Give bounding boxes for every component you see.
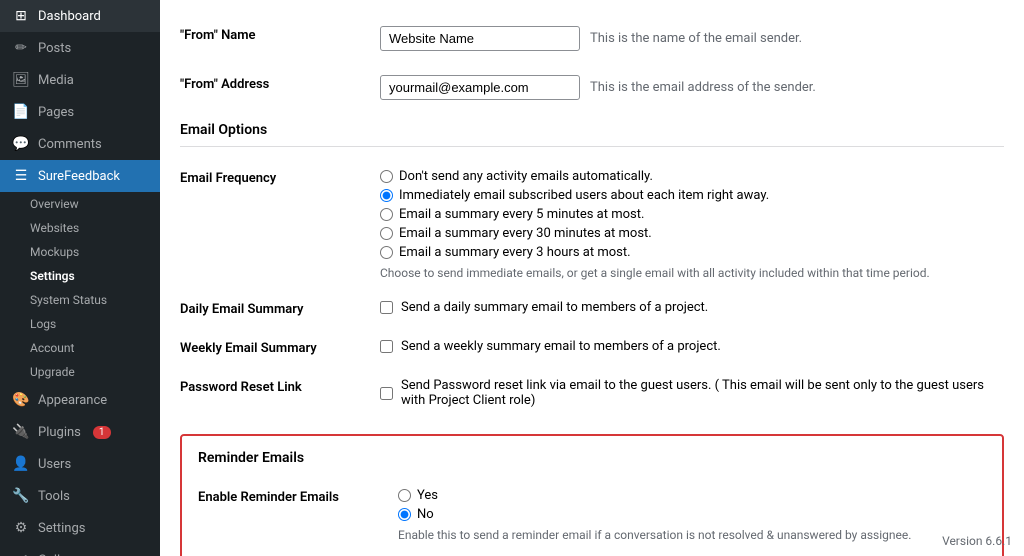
sidebar-item-settings[interactable]: ⚙ Settings: [0, 512, 160, 544]
sidebar-item-pages[interactable]: 📄 Pages: [0, 96, 160, 128]
sidebar-item-media[interactable]: 🖼 Media: [0, 64, 160, 96]
pages-icon: 📄: [12, 104, 30, 120]
main-content: "From" Name This is the name of the emai…: [160, 0, 1024, 556]
weekly-summary-label: Weekly Email Summary: [180, 329, 380, 368]
email-frequency-group: Don't send any activity emails automatic…: [380, 169, 1004, 260]
sidebar-item-appearance[interactable]: 🎨 Appearance: [0, 384, 160, 416]
sidebar-item-tools[interactable]: 🔧 Tools: [0, 480, 160, 512]
password-reset-desc: Send Password reset link via email to th…: [401, 378, 1004, 408]
sidebar: ⊞ Dashboard ✏ Posts 🖼 Media 📄 Pages 💬 Co…: [0, 0, 160, 556]
email-frequency-label: Email Frequency: [180, 159, 380, 290]
sidebar-item-users[interactable]: 👤 Users: [0, 448, 160, 480]
from-address-input[interactable]: [380, 75, 580, 100]
reminder-radio-group: Yes No: [398, 488, 986, 522]
sidebar-item-plugins[interactable]: 🔌 Plugins 1: [0, 416, 160, 448]
sidebar-sub-account[interactable]: Account: [0, 336, 160, 360]
version-text: Version 6.6.1: [942, 534, 1012, 548]
sidebar-item-surefeedback[interactable]: ☰ SureFeedback: [0, 160, 160, 192]
freq-none[interactable]: Don't send any activity emails automatic…: [380, 169, 1004, 184]
reminder-table: Enable Reminder Emails Yes No Enable thi…: [198, 478, 986, 552]
reminder-emails-title: Reminder Emails: [198, 450, 986, 466]
reminder-no[interactable]: No: [398, 507, 986, 522]
freq-30min[interactable]: Email a summary every 30 minutes at most…: [380, 226, 1004, 241]
reminder-yes[interactable]: Yes: [398, 488, 986, 503]
freq-3hr[interactable]: Email a summary every 3 hours at most.: [380, 245, 1004, 260]
sidebar-sub-upgrade[interactable]: Upgrade: [0, 360, 160, 384]
sidebar-sub-logs[interactable]: Logs: [0, 312, 160, 336]
weekly-summary-desc: Send a weekly summary email to members o…: [401, 339, 721, 354]
media-icon: 🖼: [12, 72, 30, 88]
daily-summary-checkbox-label[interactable]: Send a daily summary email to members of…: [380, 300, 1004, 315]
content-area: "From" Name This is the name of the emai…: [160, 0, 1024, 556]
users-icon: 👤: [12, 456, 30, 472]
from-address-desc: This is the email address of the sender.: [590, 80, 816, 95]
sidebar-sub-system-status[interactable]: System Status: [0, 288, 160, 312]
appearance-icon: 🎨: [12, 392, 30, 408]
email-options-title: Email Options: [180, 122, 1004, 147]
sidebar-item-posts[interactable]: ✏ Posts: [0, 32, 160, 64]
sidebar-item-comments[interactable]: 💬 Comments: [0, 128, 160, 160]
email-frequency-help: Choose to send immediate emails, or get …: [380, 266, 1004, 280]
collapse-icon: ◀: [12, 552, 30, 556]
password-reset-checkbox[interactable]: [380, 387, 393, 400]
tools-icon: 🔧: [12, 488, 30, 504]
from-name-desc: This is the name of the email sender.: [590, 31, 802, 46]
daily-summary-checkbox[interactable]: [380, 301, 393, 314]
freq-5min[interactable]: Email a summary every 5 minutes at most.: [380, 207, 1004, 222]
password-reset-checkbox-label[interactable]: Send Password reset link via email to th…: [380, 378, 1004, 408]
sidebar-sub-websites[interactable]: Websites: [0, 216, 160, 240]
sidebar-sub-mockups[interactable]: Mockups: [0, 240, 160, 264]
from-address-label: "From" Address: [180, 65, 380, 114]
settings-icon: ⚙: [12, 520, 30, 536]
plugins-icon: 🔌: [12, 424, 30, 440]
sidebar-sub-overview[interactable]: Overview: [0, 192, 160, 216]
from-name-label: "From" Name: [180, 16, 380, 65]
password-reset-label: Password Reset Link: [180, 368, 380, 418]
weekly-summary-checkbox-label[interactable]: Send a weekly summary email to members o…: [380, 339, 1004, 354]
weekly-summary-checkbox[interactable]: [380, 340, 393, 353]
reminder-help: Enable this to send a reminder email if …: [398, 528, 986, 542]
from-name-input[interactable]: [380, 26, 580, 51]
dashboard-icon: ⊞: [12, 8, 30, 24]
enable-reminder-label: Enable Reminder Emails: [198, 478, 398, 552]
daily-summary-label: Daily Email Summary: [180, 290, 380, 329]
posts-icon: ✏: [12, 40, 30, 56]
sidebar-sub-settings[interactable]: Settings: [0, 264, 160, 288]
surefeedback-icon: ☰: [12, 168, 30, 184]
from-name-row: "From" Name This is the name of the emai…: [180, 16, 1004, 114]
daily-summary-desc: Send a daily summary email to members of…: [401, 300, 708, 315]
reminder-emails-box: Reminder Emails Enable Reminder Emails Y…: [180, 434, 1004, 556]
freq-immediately[interactable]: Immediately email subscribed users about…: [380, 188, 1004, 203]
comments-icon: 💬: [12, 136, 30, 152]
sidebar-item-collapse[interactable]: ◀ Collapse menu: [0, 544, 160, 556]
email-options-table: Email Frequency Don't send any activity …: [180, 159, 1004, 418]
plugins-badge: 1: [93, 426, 111, 439]
sidebar-item-dashboard[interactable]: ⊞ Dashboard: [0, 0, 160, 32]
